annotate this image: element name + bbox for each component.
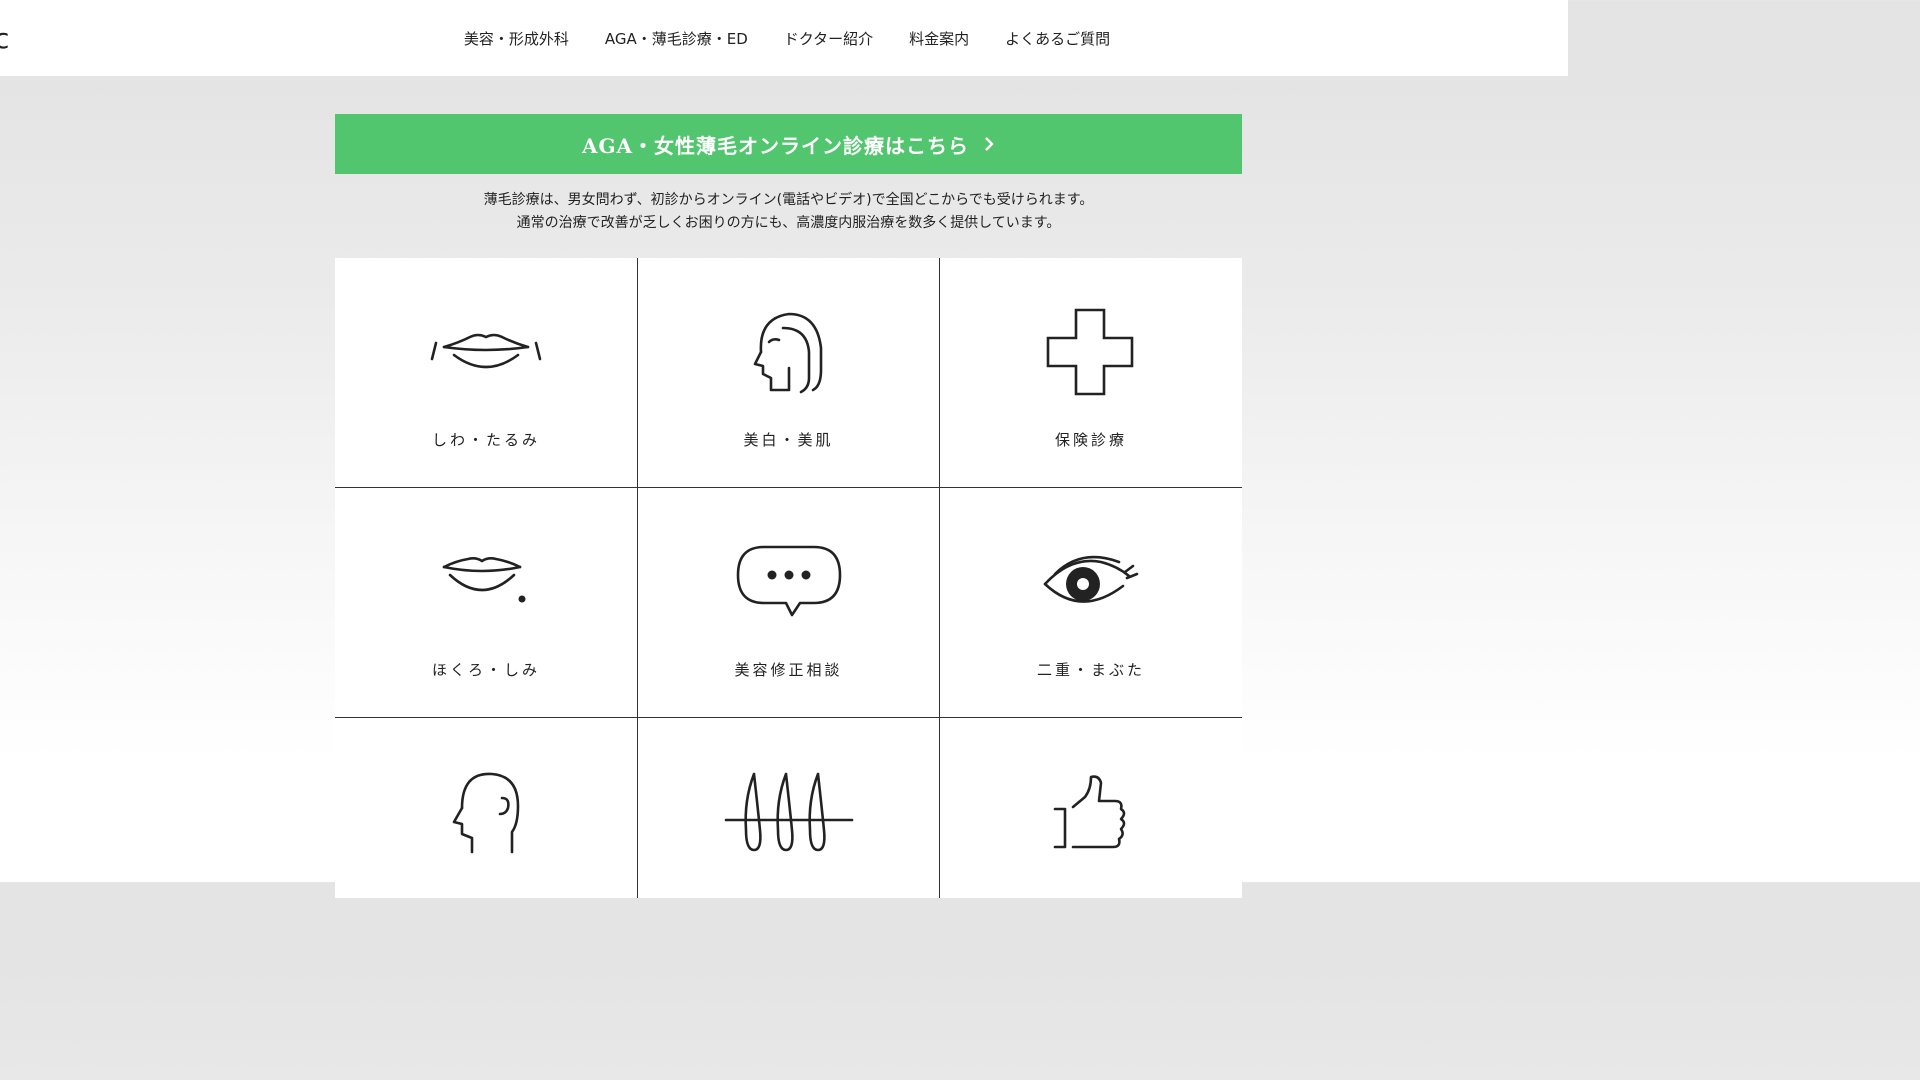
menu-item-insurance[interactable]: 保険診療 (940, 258, 1242, 487)
menu-item-recommended[interactable] (940, 718, 1242, 898)
nav-item-aga[interactable]: AGA・薄毛診療・ED (605, 28, 748, 49)
woman-profile-icon (638, 298, 939, 408)
nav-item-pricing[interactable]: 料金案内 (909, 28, 969, 49)
grid-divider (939, 258, 940, 898)
menu-item-label: 美容修正相談 (734, 661, 843, 679)
online-care-description: 薄毛診療は、男女問わず、初診からオンライン(電話やビデオ)で全国どこからでも受け… (335, 189, 1242, 235)
treatment-menu-grid: しわ・たるみ 美白・美肌 保険診療 ほくろ・しみ 美容修正相談 二重・まぶた (335, 258, 1242, 898)
speech-bubble-icon (638, 528, 939, 638)
head-profile-icon (335, 758, 637, 868)
grid-divider (637, 258, 638, 898)
menu-item-face-profile[interactable] (335, 718, 637, 898)
grid-divider (335, 487, 1242, 488)
menu-item-hair-loss[interactable] (638, 718, 939, 898)
grid-divider (335, 717, 1242, 718)
menu-item-double-eyelid[interactable]: 二重・まぶた (940, 488, 1242, 717)
eye-icon (940, 528, 1242, 638)
chevron-right-icon (983, 136, 995, 152)
menu-item-label: しわ・たるみ (431, 431, 540, 449)
menu-item-label: 保険診療 (1054, 431, 1127, 449)
description-line-1: 薄毛診療は、男女問わず、初診からオンライン(電話やビデオ)で全国どこからでも受け… (483, 192, 1094, 208)
hair-follicle-icon (638, 758, 939, 868)
banner-label: AGA・女性薄毛オンライン診療はこちら (581, 133, 970, 158)
lips-wrinkle-icon (335, 298, 637, 408)
lips-mole-icon (335, 528, 637, 638)
menu-item-revision-consultation[interactable]: 美容修正相談 (638, 488, 939, 717)
aga-online-banner-button[interactable]: AGA・女性薄毛オンライン診療はこちら (335, 114, 1242, 174)
main-nav: 美容・形成外科 AGA・薄毛診療・ED ドクター紹介 料金案内 よくあるご質問 (0, 0, 1568, 76)
thumbs-up-icon (940, 758, 1242, 868)
menu-item-label: 二重・まぶた (1036, 661, 1145, 679)
nav-item-faq[interactable]: よくあるご質問 (1005, 28, 1110, 49)
menu-item-moles[interactable]: ほくろ・しみ (335, 488, 637, 717)
site-header: c 美容・形成外科 AGA・薄毛診療・ED ドクター紹介 料金案内 よくあるご質… (0, 0, 1568, 76)
menu-item-whitening[interactable]: 美白・美肌 (638, 258, 939, 487)
description-line-2: 通常の治療で改善が乏しくお困りの方にも、高濃度内服治療を数多く提供しています。 (516, 215, 1061, 231)
menu-item-wrinkles[interactable]: しわ・たるみ (335, 258, 637, 487)
menu-item-label: ほくろ・しみ (431, 661, 540, 679)
nav-item-doctors[interactable]: ドクター紹介 (784, 28, 873, 49)
nav-item-cosmetic-surgery[interactable]: 美容・形成外科 (464, 28, 569, 49)
menu-item-label: 美白・美肌 (743, 431, 834, 449)
medical-cross-icon (940, 298, 1242, 408)
